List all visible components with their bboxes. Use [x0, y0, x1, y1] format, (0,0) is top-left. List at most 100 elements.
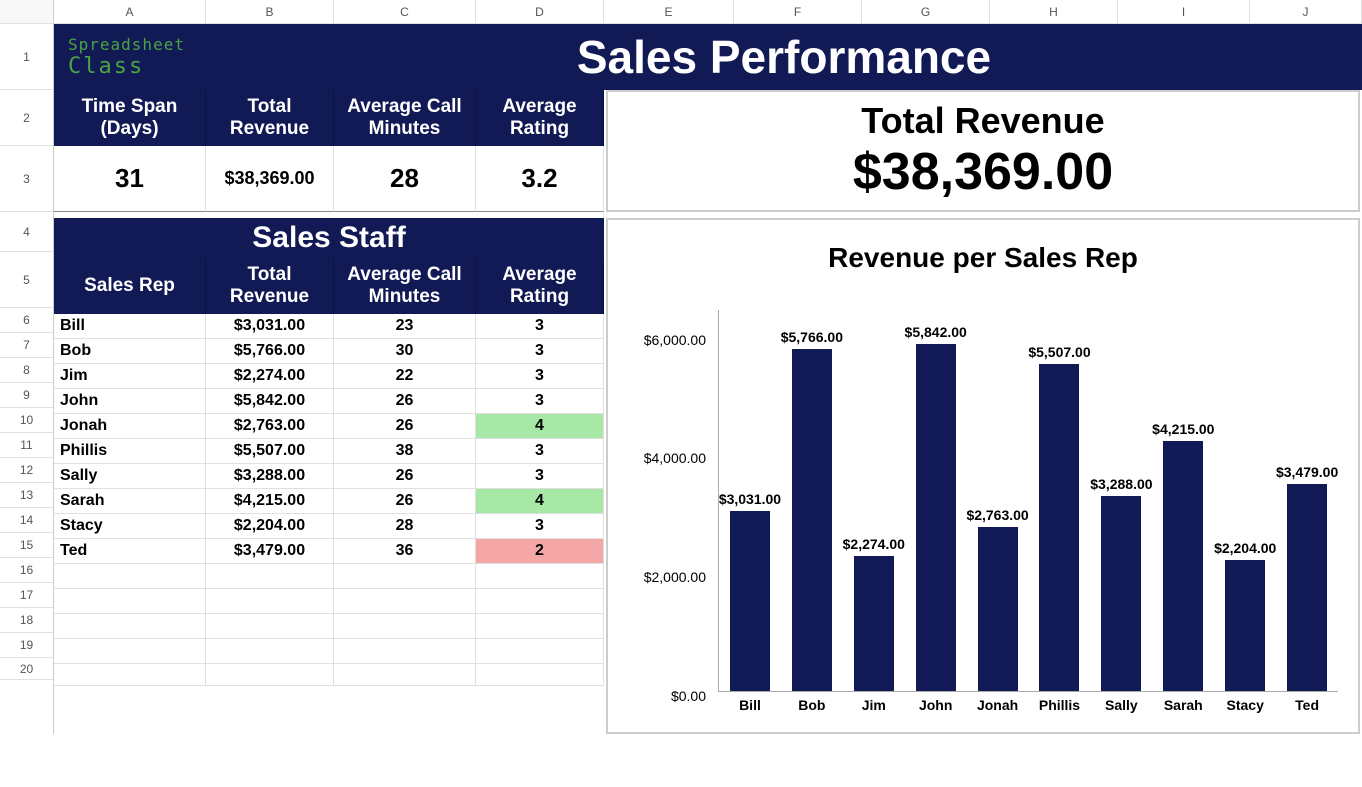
cell-name[interactable]: Sally — [54, 464, 206, 489]
val-avg-call[interactable]: 28 — [334, 146, 476, 212]
empty-cell[interactable] — [334, 564, 476, 589]
cell-name[interactable]: Phillis — [54, 439, 206, 464]
empty-cell[interactable] — [476, 614, 604, 639]
row-header[interactable]: 8 — [0, 358, 53, 383]
row-header[interactable]: 14 — [0, 508, 53, 533]
cell-rating[interactable]: 3 — [476, 439, 604, 464]
cell-rating[interactable]: 3 — [476, 314, 604, 339]
column-header[interactable]: I — [1118, 0, 1250, 23]
val-time-span[interactable]: 31 — [54, 146, 206, 212]
cell-mins[interactable]: 28 — [334, 514, 476, 539]
cell-name[interactable]: Jim — [54, 364, 206, 389]
row-header[interactable]: 6 — [0, 308, 53, 333]
column-header[interactable]: B — [206, 0, 334, 23]
cell-mins[interactable]: 23 — [334, 314, 476, 339]
row-header[interactable]: 3 — [0, 146, 53, 212]
empty-cell[interactable] — [206, 564, 334, 589]
cell-mins[interactable]: 26 — [334, 489, 476, 514]
empty-cell[interactable] — [54, 614, 206, 639]
cell-rev[interactable]: $5,842.00 — [206, 389, 334, 414]
cell-name[interactable]: Sarah — [54, 489, 206, 514]
column-header[interactable]: G — [862, 0, 990, 23]
empty-cell[interactable] — [206, 589, 334, 614]
cell-rating[interactable]: 3 — [476, 389, 604, 414]
table-row[interactable]: Bob$5,766.00303 — [54, 339, 604, 364]
cell-mins[interactable]: 26 — [334, 414, 476, 439]
select-all-corner[interactable] — [0, 0, 54, 23]
sheet-content[interactable]: Spreadsheet Class Sales Performance Time… — [54, 24, 1362, 734]
empty-cell[interactable] — [476, 639, 604, 664]
cell-rating[interactable]: 2 — [476, 539, 604, 564]
cell-rev[interactable]: $5,766.00 — [206, 339, 334, 364]
column-header[interactable]: A — [54, 0, 206, 23]
cell-rev[interactable]: $3,479.00 — [206, 539, 334, 564]
empty-cell[interactable] — [334, 589, 476, 614]
row-header[interactable]: 5 — [0, 252, 53, 308]
cell-rev[interactable]: $4,215.00 — [206, 489, 334, 514]
row-header[interactable]: 12 — [0, 458, 53, 483]
cell-rating[interactable]: 3 — [476, 364, 604, 389]
val-total-rev[interactable]: $38,369.00 — [206, 146, 334, 212]
row-header[interactable]: 15 — [0, 533, 53, 558]
cell-name[interactable]: Jonah — [54, 414, 206, 439]
empty-cell[interactable] — [334, 639, 476, 664]
row-header[interactable]: 18 — [0, 608, 53, 633]
row-header[interactable]: 9 — [0, 383, 53, 408]
empty-cell[interactable] — [206, 614, 334, 639]
empty-cell[interactable] — [334, 664, 476, 686]
table-row[interactable]: John$5,842.00263 — [54, 389, 604, 414]
row-header[interactable]: 17 — [0, 583, 53, 608]
table-row[interactable]: Jonah$2,763.00264 — [54, 414, 604, 439]
table-row[interactable]: Bill$3,031.00233 — [54, 314, 604, 339]
cell-mins[interactable]: 26 — [334, 389, 476, 414]
row-header[interactable]: 4 — [0, 212, 53, 252]
cell-rating[interactable]: 4 — [476, 414, 604, 439]
cell-name[interactable]: Stacy — [54, 514, 206, 539]
cell-rating[interactable]: 3 — [476, 339, 604, 364]
row-header[interactable]: 16 — [0, 558, 53, 583]
empty-cell[interactable] — [54, 664, 206, 686]
column-header[interactable]: E — [604, 0, 734, 23]
cell-rating[interactable]: 3 — [476, 514, 604, 539]
table-row[interactable]: Stacy$2,204.00283 — [54, 514, 604, 539]
row-header[interactable]: 20 — [0, 658, 53, 680]
row-header[interactable]: 2 — [0, 90, 53, 146]
column-header[interactable]: F — [734, 0, 862, 23]
cell-name[interactable]: Bill — [54, 314, 206, 339]
column-header[interactable]: D — [476, 0, 604, 23]
cell-rev[interactable]: $2,274.00 — [206, 364, 334, 389]
empty-cell[interactable] — [54, 564, 206, 589]
empty-cell[interactable] — [206, 639, 334, 664]
cell-rev[interactable]: $3,288.00 — [206, 464, 334, 489]
column-header[interactable]: J — [1250, 0, 1362, 23]
row-header[interactable]: 19 — [0, 633, 53, 658]
cell-rev[interactable]: $2,763.00 — [206, 414, 334, 439]
table-row[interactable]: Jim$2,274.00223 — [54, 364, 604, 389]
cell-name[interactable]: Ted — [54, 539, 206, 564]
cell-rev[interactable]: $5,507.00 — [206, 439, 334, 464]
table-row[interactable]: Phillis$5,507.00383 — [54, 439, 604, 464]
cell-mins[interactable]: 30 — [334, 339, 476, 364]
cell-mins[interactable]: 36 — [334, 539, 476, 564]
empty-cell[interactable] — [54, 589, 206, 614]
row-header[interactable]: 13 — [0, 483, 53, 508]
cell-rating[interactable]: 4 — [476, 489, 604, 514]
column-header[interactable]: C — [334, 0, 476, 23]
empty-cell[interactable] — [476, 589, 604, 614]
cell-mins[interactable]: 26 — [334, 464, 476, 489]
empty-cell[interactable] — [334, 614, 476, 639]
val-avg-rating[interactable]: 3.2 — [476, 146, 604, 212]
empty-cell[interactable] — [54, 639, 206, 664]
column-header[interactable]: H — [990, 0, 1118, 23]
table-row[interactable]: Sarah$4,215.00264 — [54, 489, 604, 514]
cell-mins[interactable]: 38 — [334, 439, 476, 464]
cell-rev[interactable]: $2,204.00 — [206, 514, 334, 539]
cell-name[interactable]: Bob — [54, 339, 206, 364]
cell-rev[interactable]: $3,031.00 — [206, 314, 334, 339]
empty-cell[interactable] — [476, 664, 604, 686]
table-row[interactable]: Ted$3,479.00362 — [54, 539, 604, 564]
row-header[interactable]: 1 — [0, 24, 53, 90]
cell-rating[interactable]: 3 — [476, 464, 604, 489]
table-row[interactable]: Sally$3,288.00263 — [54, 464, 604, 489]
row-header[interactable]: 7 — [0, 333, 53, 358]
